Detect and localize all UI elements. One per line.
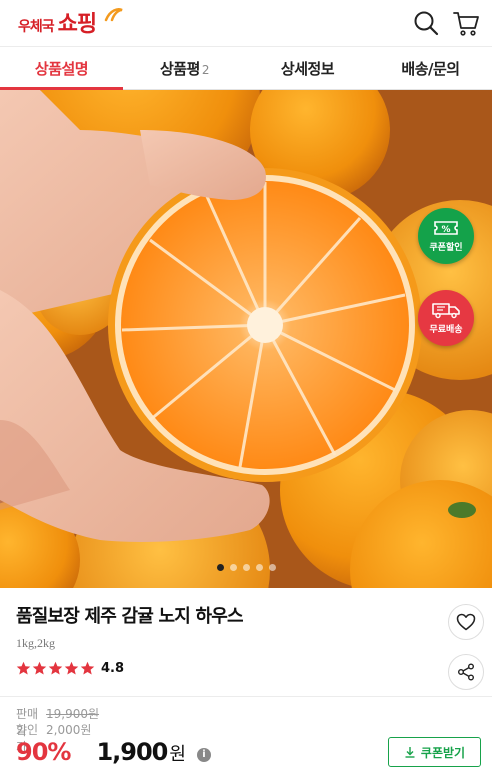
- coupon-badge-label: 쿠폰할인: [429, 243, 463, 253]
- product-photo: [0, 90, 492, 588]
- product-image-carousel[interactable]: % 쿠폰할인 무료배송: [0, 90, 492, 588]
- product-options: 1kg,2kg: [16, 636, 55, 650]
- carousel-dot-4[interactable]: [255, 564, 263, 571]
- truck-icon: [432, 303, 460, 319]
- get-coupon-button[interactable]: 쿠폰받기: [388, 737, 481, 767]
- tab-description-label: 상품설명: [34, 59, 89, 78]
- carousel-dot-2[interactable]: [229, 564, 237, 571]
- logo-swirl-icon: [104, 8, 123, 22]
- get-coupon-label: 쿠폰받기: [420, 745, 466, 760]
- tab-description[interactable]: 상품설명: [0, 47, 123, 90]
- wishlist-button[interactable]: [448, 604, 484, 640]
- product-title: 품질보장 제주 감귤 노지 하우스: [16, 606, 244, 627]
- carousel-indicator: [0, 564, 492, 571]
- coupon-percent-symbol: %: [441, 225, 450, 235]
- logo-subtitle: 우체국: [18, 19, 55, 35]
- rating-stars[interactable]: 4.8: [16, 661, 124, 676]
- discount-rate: 90%: [16, 738, 71, 766]
- tab-reviews[interactable]: 상품평 2: [123, 47, 246, 89]
- star-icon: [80, 661, 95, 675]
- heart-icon: [456, 613, 476, 631]
- logo[interactable]: 우체국 쇼핑: [18, 8, 123, 38]
- star-icon: [16, 661, 31, 675]
- download-icon: [405, 747, 415, 758]
- cart-icon[interactable]: [452, 9, 480, 37]
- shipping-badge-label: 무료배송: [429, 325, 463, 335]
- final-price-unit: 원: [169, 744, 186, 765]
- coupon-discount-badge[interactable]: % 쿠폰할인: [418, 208, 474, 264]
- product-tabs: 상품설명 상품평 2 상세정보 배송/문의: [0, 46, 492, 90]
- logo-title: 쇼핑: [57, 12, 97, 37]
- carousel-dot-3[interactable]: [242, 564, 250, 571]
- share-button[interactable]: [448, 654, 484, 690]
- star-icon: [64, 661, 79, 675]
- free-shipping-badge[interactable]: 무료배송: [418, 290, 474, 346]
- tab-shipping-label: 배송/문의: [401, 59, 460, 78]
- tab-details[interactable]: 상세정보: [246, 47, 369, 89]
- tab-reviews-label: 상품평: [159, 59, 200, 78]
- top-header: 우체국 쇼핑: [0, 0, 492, 46]
- tab-shipping-inquiry[interactable]: 배송/문의: [369, 47, 492, 89]
- coupon-icon: %: [434, 221, 458, 235]
- divider: [0, 696, 492, 697]
- search-icon[interactable]: [412, 9, 440, 37]
- price-info-icon[interactable]: i: [196, 747, 211, 762]
- final-price: 90% 1,900 원 i: [16, 738, 211, 766]
- star-icon: [48, 661, 63, 675]
- tab-details-label: 상세정보: [280, 59, 335, 78]
- final-price-amount: 1,900 원: [96, 738, 186, 766]
- star-icon: [32, 661, 47, 675]
- tab-reviews-count: 2: [201, 62, 210, 77]
- final-price-number: 1,900: [96, 738, 168, 766]
- carousel-dot-1[interactable]: [216, 564, 224, 571]
- share-icon: [458, 663, 474, 681]
- product-info: 품질보장 제주 감귤 노지 하우스 1kg,2kg 4.8 판매가 19,900…: [0, 588, 492, 776]
- carousel-dot-5[interactable]: [268, 564, 276, 571]
- rating-value: 4.8: [101, 661, 125, 676]
